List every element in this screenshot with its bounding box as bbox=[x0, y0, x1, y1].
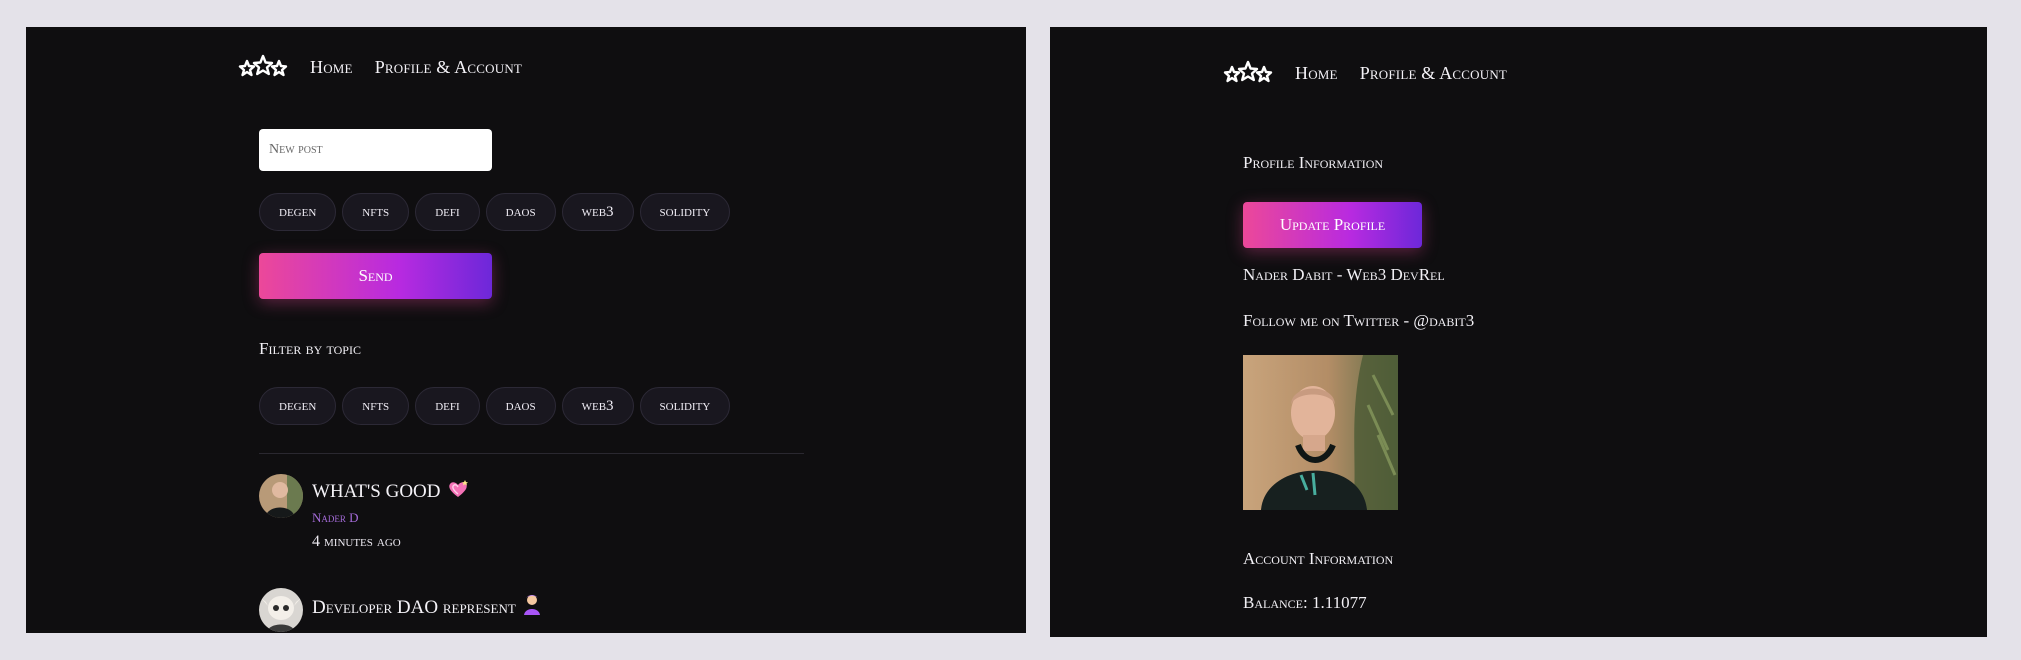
top-nav: Home Profile & Account bbox=[1223, 60, 1507, 86]
top-nav: Home Profile & Account bbox=[238, 54, 522, 80]
account-info-heading: Account Information bbox=[1243, 549, 1394, 568]
profile-twitter: Follow me on Twitter - @dabit3 bbox=[1243, 311, 1475, 330]
compose-tag-defi[interactable]: defi bbox=[415, 193, 480, 231]
filter-tag-daos[interactable]: daos bbox=[485, 387, 556, 425]
filter-tag-nfts[interactable]: nfts bbox=[342, 387, 410, 425]
compose-tag-degen[interactable]: degen bbox=[259, 193, 337, 231]
filter-tag-defi[interactable]: defi bbox=[415, 387, 480, 425]
nav-profile-link[interactable]: Profile & Account bbox=[375, 57, 522, 78]
compose-tag-nfts[interactable]: nfts bbox=[342, 193, 410, 231]
avatar[interactable] bbox=[259, 474, 303, 518]
sparkling-heart-icon bbox=[447, 479, 469, 505]
post-time: 4 minutes ago bbox=[312, 533, 401, 550]
account-balance: Balance: 1.11077 bbox=[1243, 593, 1367, 612]
profile-photo bbox=[1243, 355, 1398, 510]
three-stars-logo-icon[interactable] bbox=[1223, 60, 1273, 86]
person-emoji-icon bbox=[522, 593, 542, 621]
filter-tag-degen[interactable]: degen bbox=[259, 387, 337, 425]
feed-divider bbox=[259, 453, 804, 454]
filter-tag-list: degen nfts defi daos web3 solidity bbox=[259, 387, 731, 425]
profile-bio: Nader Dabit - Web3 DevRel bbox=[1243, 265, 1445, 284]
nav-home-link[interactable]: Home bbox=[1295, 63, 1338, 84]
filter-tag-web3[interactable]: web3 bbox=[561, 387, 634, 425]
post-title: Developer DAO represent bbox=[312, 593, 542, 621]
new-post-input[interactable] bbox=[259, 129, 492, 171]
compose-tag-solidity[interactable]: solidity bbox=[639, 193, 731, 231]
send-button[interactable]: Send bbox=[259, 253, 492, 299]
profile-info-heading: Profile Information bbox=[1243, 153, 1384, 172]
three-stars-logo-icon[interactable] bbox=[238, 54, 288, 80]
filter-label: Filter by topic bbox=[259, 339, 361, 358]
compose-tag-daos[interactable]: daos bbox=[485, 193, 556, 231]
post-author[interactable]: Nader D bbox=[312, 510, 359, 526]
profile-screen: Home Profile & Account Profile Informati… bbox=[1050, 27, 1987, 637]
compose-tag-web3[interactable]: web3 bbox=[561, 193, 634, 231]
compose-tag-list: degen nfts defi daos web3 solidity bbox=[259, 193, 731, 231]
filter-tag-solidity[interactable]: solidity bbox=[639, 387, 731, 425]
nav-home-link[interactable]: Home bbox=[310, 57, 353, 78]
feed-screen: Home Profile & Account degen nfts defi d… bbox=[26, 27, 1026, 633]
nav-profile-link[interactable]: Profile & Account bbox=[1360, 63, 1507, 84]
update-profile-button[interactable]: Update Profile bbox=[1243, 202, 1422, 248]
avatar[interactable] bbox=[259, 588, 303, 632]
post-title: WHAT'S GOOD bbox=[312, 479, 469, 505]
